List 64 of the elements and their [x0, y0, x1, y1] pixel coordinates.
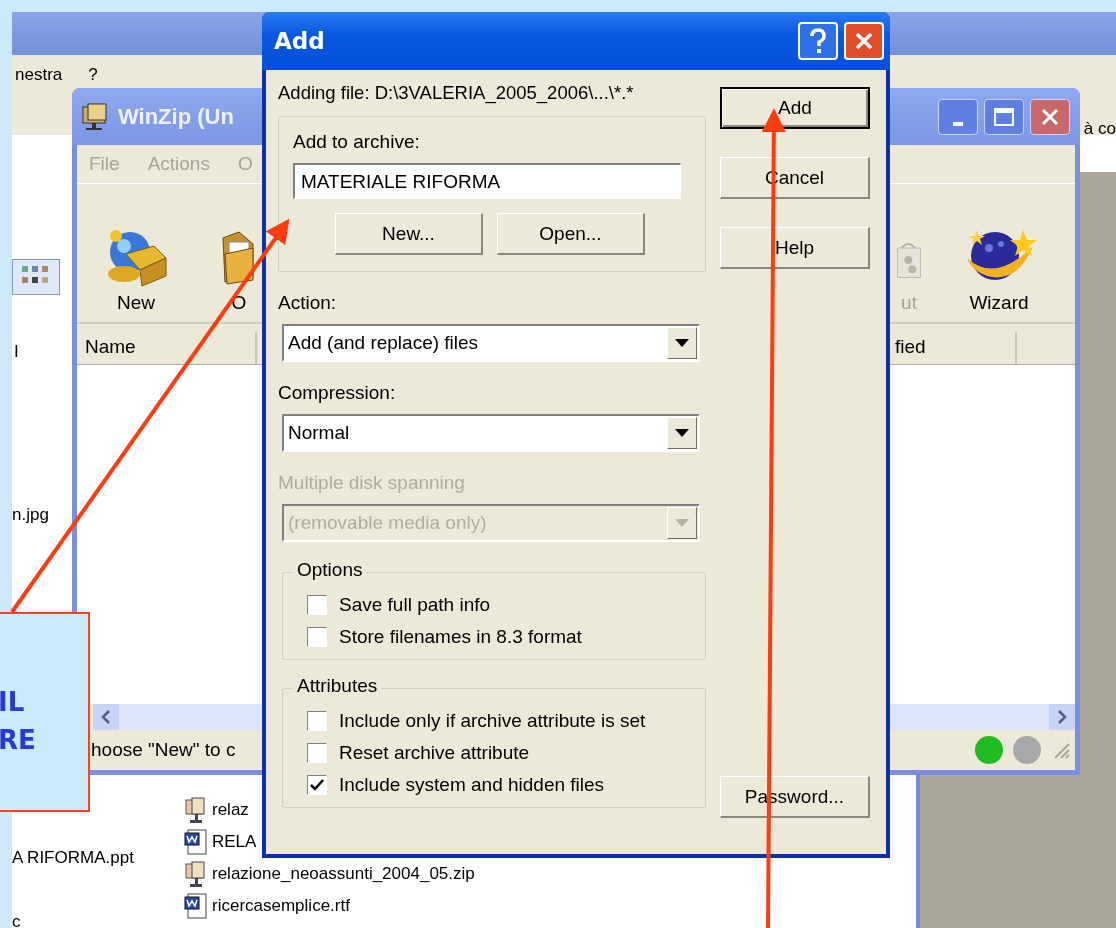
dropdown-button[interactable]: [667, 327, 697, 359]
close-button[interactable]: [1030, 98, 1070, 135]
chevron-right-icon: [1057, 710, 1067, 724]
app-icon: [80, 102, 110, 131]
dropdown[interactable]: Add (and replace) files: [282, 324, 700, 362]
dropdown[interactable]: Normal: [282, 414, 700, 452]
toolbar-text: à co: [1083, 119, 1116, 139]
document-icon: [184, 828, 210, 856]
info-text: Adding file: D:\3VALERIA_2005_2006\...\*.*: [278, 82, 635, 106]
close-icon: [854, 31, 874, 51]
file-name[interactable]: RELA: [212, 832, 257, 852]
field-label: Action:: [278, 292, 338, 315]
file-name[interactable]: n.jpg: [12, 505, 49, 525]
close-icon: [1041, 107, 1059, 126]
push-button[interactable]: New...: [335, 213, 483, 255]
caret-icon: [675, 429, 689, 437]
check-icon: [310, 779, 324, 791]
push-button[interactable]: Open...: [497, 213, 645, 255]
menu-item[interactable]: ?: [88, 65, 98, 85]
file-name[interactable]: A RIFORMA.ppt: [12, 848, 134, 868]
push-button[interactable]: Add: [720, 87, 870, 129]
callout-text: IL: [0, 686, 26, 720]
column-header[interactable]: I: [14, 342, 19, 362]
view-button[interactable]: [12, 259, 60, 295]
toolbar-button[interactable]: New: [97, 224, 175, 314]
field-label: Compression:: [278, 382, 397, 405]
menu-item[interactable]: nestra: [15, 65, 63, 85]
checkbox[interactable]: [307, 743, 327, 763]
option-label: Include only if archive attribute is set: [339, 710, 646, 732]
dialog-title: Add: [274, 28, 325, 54]
maximize-button[interactable]: [984, 98, 1024, 135]
toolbar-button[interactable]: Wizard: [953, 224, 1045, 314]
checkbox[interactable]: [307, 711, 327, 731]
minimize-button[interactable]: [938, 98, 978, 135]
chevron-left-icon: [101, 710, 111, 724]
option-label: Include system and hidden files: [339, 774, 605, 796]
caret-icon: [675, 339, 689, 347]
window-title: WinZip (Un: [118, 103, 234, 130]
push-button[interactable]: Help: [720, 227, 870, 269]
minimize-icon: [953, 121, 963, 126]
checkbox[interactable]: [307, 627, 327, 647]
file-name[interactable]: c: [12, 912, 21, 928]
field-label: Multiple disk spanning: [278, 472, 466, 495]
callout-text: RE: [0, 724, 37, 757]
maximize-icon: [994, 107, 1014, 126]
help-button[interactable]: [798, 22, 838, 60]
status-text: hoose "New" to c: [91, 739, 236, 761]
document-icon: [184, 892, 210, 920]
archive-name-field[interactable]: MATERIALE RIFORMA: [293, 163, 681, 199]
option-label: Save full path info: [339, 594, 491, 616]
checkbox[interactable]: [307, 775, 327, 795]
file-name[interactable]: relazione_neoassunti_2004_05.zip: [212, 864, 475, 884]
toolbar-button[interactable]: O: [215, 224, 263, 314]
scroll-right-button[interactable]: [1049, 704, 1075, 730]
dropdown-button[interactable]: [667, 417, 697, 449]
file-name[interactable]: ricercasemplice.rtf: [212, 896, 350, 916]
scroll-left-button[interactable]: [93, 704, 119, 730]
file-name[interactable]: relaz: [212, 800, 249, 820]
option-label: Reset archive attribute: [339, 742, 530, 764]
question-mark-icon: [809, 28, 827, 54]
checkbox[interactable]: [307, 595, 327, 615]
caret-icon: [675, 519, 689, 527]
field-label: Add to archive:: [293, 131, 421, 153]
option-label: Store filenames in 8.3 format: [339, 626, 582, 648]
